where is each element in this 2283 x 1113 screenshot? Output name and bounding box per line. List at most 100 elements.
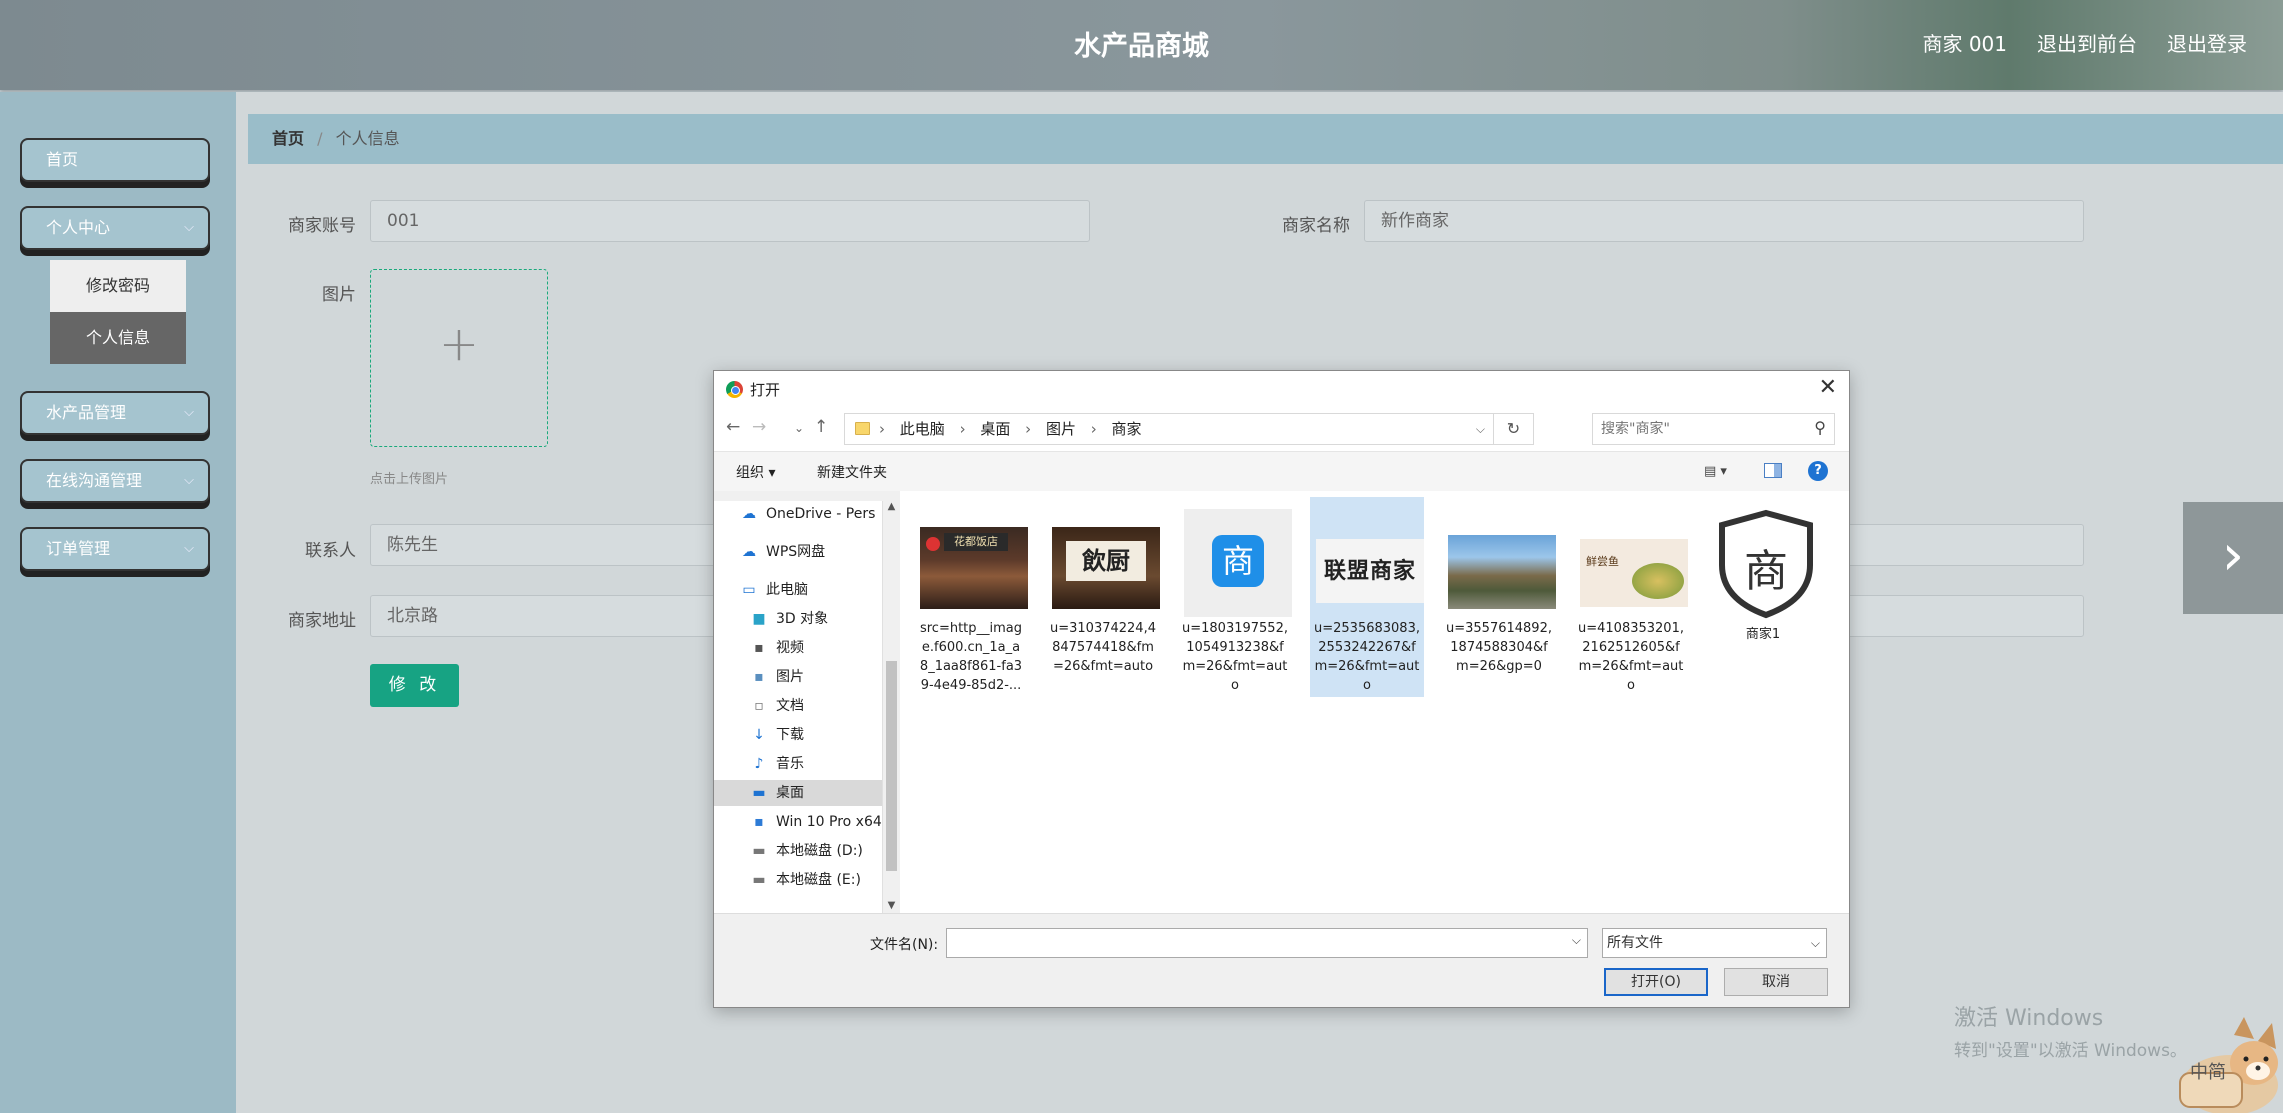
help-icon[interactable]: ? bbox=[1808, 461, 1828, 481]
sidebar-item-order-manage[interactable]: 订单管理 ⌵ bbox=[20, 527, 210, 571]
view-options-icon[interactable]: ▤ ▾ bbox=[1704, 464, 1727, 479]
nav-item-label: 本地磁盘 (E:) bbox=[776, 872, 861, 888]
sidebar-item-chat-manage[interactable]: 在线沟通管理 ⌵ bbox=[20, 459, 210, 503]
back-to-front-link[interactable]: 退出到前台 bbox=[2037, 28, 2137, 57]
file-selection-bar: 文件名(N): ⌵ 所有文件 ⌵ 打开(O) 取消 bbox=[714, 913, 1849, 1007]
filetype-select[interactable]: 所有文件 ⌵ bbox=[1602, 928, 1827, 958]
nav-item-label: 下载 bbox=[776, 727, 804, 743]
ime-indicator[interactable]: 中简 bbox=[2190, 1058, 2226, 1084]
cloud-icon: ☁ bbox=[742, 506, 756, 522]
chevron-down-icon: ⌵ bbox=[184, 405, 194, 420]
filename-input[interactable]: ⌵ bbox=[946, 928, 1588, 958]
nav-item-desktop[interactable]: ▬ 桌面 bbox=[714, 780, 889, 806]
submenu-personal-info[interactable]: 个人信息 bbox=[50, 312, 186, 364]
account-input[interactable]: 001 bbox=[370, 200, 1090, 242]
file-name: u=1803197552,1054913238&fm=26&fmt=auto bbox=[1182, 621, 1288, 693]
chevron-down-icon[interactable]: ⌵ bbox=[1572, 933, 1581, 948]
image-upload-box[interactable]: + bbox=[370, 269, 548, 447]
sidebar-item-label: 首页 bbox=[46, 150, 79, 169]
nav-item-3d-objects[interactable]: ■ 3D 对象 bbox=[714, 606, 889, 632]
file-name: u=310374224,4847574418&fm=26&fmt=auto bbox=[1050, 621, 1156, 674]
path-pictures[interactable]: 图片 bbox=[1046, 420, 1076, 438]
scroll-thumb[interactable] bbox=[886, 661, 897, 871]
nav-item-drive-d[interactable]: ▬ 本地磁盘 (D:) bbox=[714, 838, 889, 864]
nav-item-label: WPS网盘 bbox=[766, 544, 826, 560]
breadcrumb-home[interactable]: 首页 bbox=[272, 129, 304, 148]
file-grid: 花都饭店 src=http__image.f600.cn_1a_a8_1aa8f… bbox=[900, 491, 1849, 913]
sidebar-item-personal-center[interactable]: 个人中心 ⌵ bbox=[20, 206, 210, 250]
search-box[interactable]: ⚲ bbox=[1592, 413, 1835, 445]
chevron-down-icon: ⌵ bbox=[184, 541, 194, 556]
path-merchant[interactable]: 商家 bbox=[1112, 420, 1142, 438]
breadcrumb: 首页 / 个人信息 bbox=[248, 114, 2283, 164]
nav-item-this-pc[interactable]: ▭ 此电脑 bbox=[714, 577, 889, 603]
nav-item-downloads[interactable]: ↓ 下载 bbox=[714, 722, 889, 748]
file-name: src=http__image.f600.cn_1a_a8_1aa8f861-f… bbox=[919, 621, 1023, 693]
address-bar[interactable]: › 此电脑 › 桌面 › 图片 › 商家 ⌵ ↻ bbox=[844, 413, 1534, 445]
video-icon: ▪ bbox=[754, 640, 764, 656]
up-arrow-icon[interactable]: ↑ bbox=[814, 417, 828, 437]
path-desktop[interactable]: 桌面 bbox=[980, 420, 1010, 438]
cancel-button[interactable]: 取消 bbox=[1724, 968, 1828, 996]
nav-item-drive-e[interactable]: ▬ 本地磁盘 (E:) bbox=[714, 867, 889, 893]
nav-item-videos[interactable]: ▪ 视频 bbox=[714, 635, 889, 661]
address-path: › 此电脑 › 桌面 › 图片 › 商家 bbox=[879, 414, 1152, 444]
nav-item-label: 此电脑 bbox=[766, 582, 808, 598]
path-this-pc[interactable]: 此电脑 bbox=[900, 420, 945, 438]
forward-arrow-icon[interactable]: → bbox=[752, 417, 766, 437]
header-nav: 商家 001 退出到前台 退出登录 bbox=[1922, 28, 2247, 57]
mascot-dog-icon[interactable] bbox=[2172, 1015, 2283, 1113]
search-input[interactable] bbox=[1601, 414, 1801, 444]
navigation-pane: ☁ OneDrive - Pers ☁ WPS网盘 ▭ 此电脑 ■ 3D 对象 ▪ 视频 … bbox=[714, 501, 889, 913]
cube-icon: ■ bbox=[752, 611, 766, 627]
windows-activation-watermark: 激活 Windows 转到"设置"以激活 Windows。 bbox=[1954, 1000, 2187, 1061]
preview-pane-icon[interactable] bbox=[1764, 463, 1782, 478]
thumbnail-text: 花都饭店 bbox=[944, 533, 1008, 551]
file-item-selected[interactable]: 联盟商家 u=2535683083,2553242267&fm=26&fmt=a… bbox=[1310, 497, 1424, 697]
chrome-icon bbox=[726, 381, 743, 398]
search-icon: ⚲ bbox=[1814, 418, 1826, 437]
scroll-down-icon[interactable]: ▼ bbox=[883, 900, 900, 911]
new-folder-button[interactable]: 新建文件夹 bbox=[817, 462, 887, 482]
next-arrow-button[interactable]: › bbox=[2183, 502, 2283, 614]
thumbnail-text: 商 bbox=[1744, 546, 1788, 597]
name-label: 商家名称 bbox=[1282, 216, 1350, 236]
chevron-down-icon[interactable]: ⌵ bbox=[1476, 414, 1485, 444]
chevron-down-icon[interactable]: ⌵ bbox=[1811, 929, 1820, 957]
submenu-change-password[interactable]: 修改密码 bbox=[50, 260, 186, 312]
organize-menu[interactable]: 组织 ▾ bbox=[736, 462, 775, 482]
modify-button[interactable]: 修 改 bbox=[370, 664, 459, 707]
sidebar-item-product-manage[interactable]: 水产品管理 ⌵ bbox=[20, 391, 210, 435]
download-icon: ↓ bbox=[753, 727, 765, 743]
file-open-dialog: 打开 ✕ ← → ⌄ ↑ › 此电脑 › 桌面 › 图片 › 商家 ⌵ ↻ ⚲ bbox=[713, 370, 1850, 1008]
name-input[interactable]: 新作商家 bbox=[1364, 200, 2084, 242]
nav-item-label: Win 10 Pro x64 bbox=[776, 814, 882, 830]
nav-item-onedrive[interactable]: ☁ OneDrive - Pers bbox=[714, 501, 889, 527]
music-icon: ♪ bbox=[754, 756, 764, 772]
logout-link[interactable]: 退出登录 bbox=[2167, 28, 2247, 57]
dialog-title: 打开 bbox=[750, 381, 781, 399]
watermark-line1: 激活 Windows bbox=[1954, 1006, 2104, 1031]
file-thumbnail bbox=[1448, 535, 1556, 609]
close-icon[interactable]: ✕ bbox=[1819, 375, 1837, 400]
file-name: u=2535683083,2553242267&fm=26&fmt=auto bbox=[1314, 621, 1420, 693]
nav-item-music[interactable]: ♪ 音乐 bbox=[714, 751, 889, 777]
open-button[interactable]: 打开(O) bbox=[1604, 968, 1708, 996]
nav-item-documents[interactable]: ▫ 文档 bbox=[714, 693, 889, 719]
address-label: 商家地址 bbox=[288, 611, 356, 631]
nav-item-system-drive[interactable]: ▪ Win 10 Pro x64 bbox=[714, 809, 889, 835]
refresh-icon[interactable]: ↻ bbox=[1493, 414, 1533, 444]
recent-locations-icon[interactable]: ⌄ bbox=[794, 421, 804, 435]
nav-pane-scrollbar[interactable]: ▲ ▼ bbox=[882, 501, 899, 913]
back-arrow-icon[interactable]: ← bbox=[726, 417, 740, 437]
scroll-up-icon[interactable]: ▲ bbox=[883, 501, 900, 512]
nav-item-wps[interactable]: ☁ WPS网盘 bbox=[714, 539, 889, 565]
nav-item-label: 3D 对象 bbox=[776, 611, 829, 627]
file-thumbnail: 商 bbox=[1712, 507, 1820, 619]
breadcrumb-current: 个人信息 bbox=[335, 129, 400, 148]
nav-item-pictures[interactable]: ▪ 图片 bbox=[714, 664, 889, 690]
sidebar-item-home[interactable]: 首页 bbox=[20, 138, 210, 182]
folder-icon bbox=[855, 422, 870, 435]
file-thumbnail: 飲厨 bbox=[1052, 527, 1160, 609]
document-icon: ▫ bbox=[754, 698, 764, 714]
